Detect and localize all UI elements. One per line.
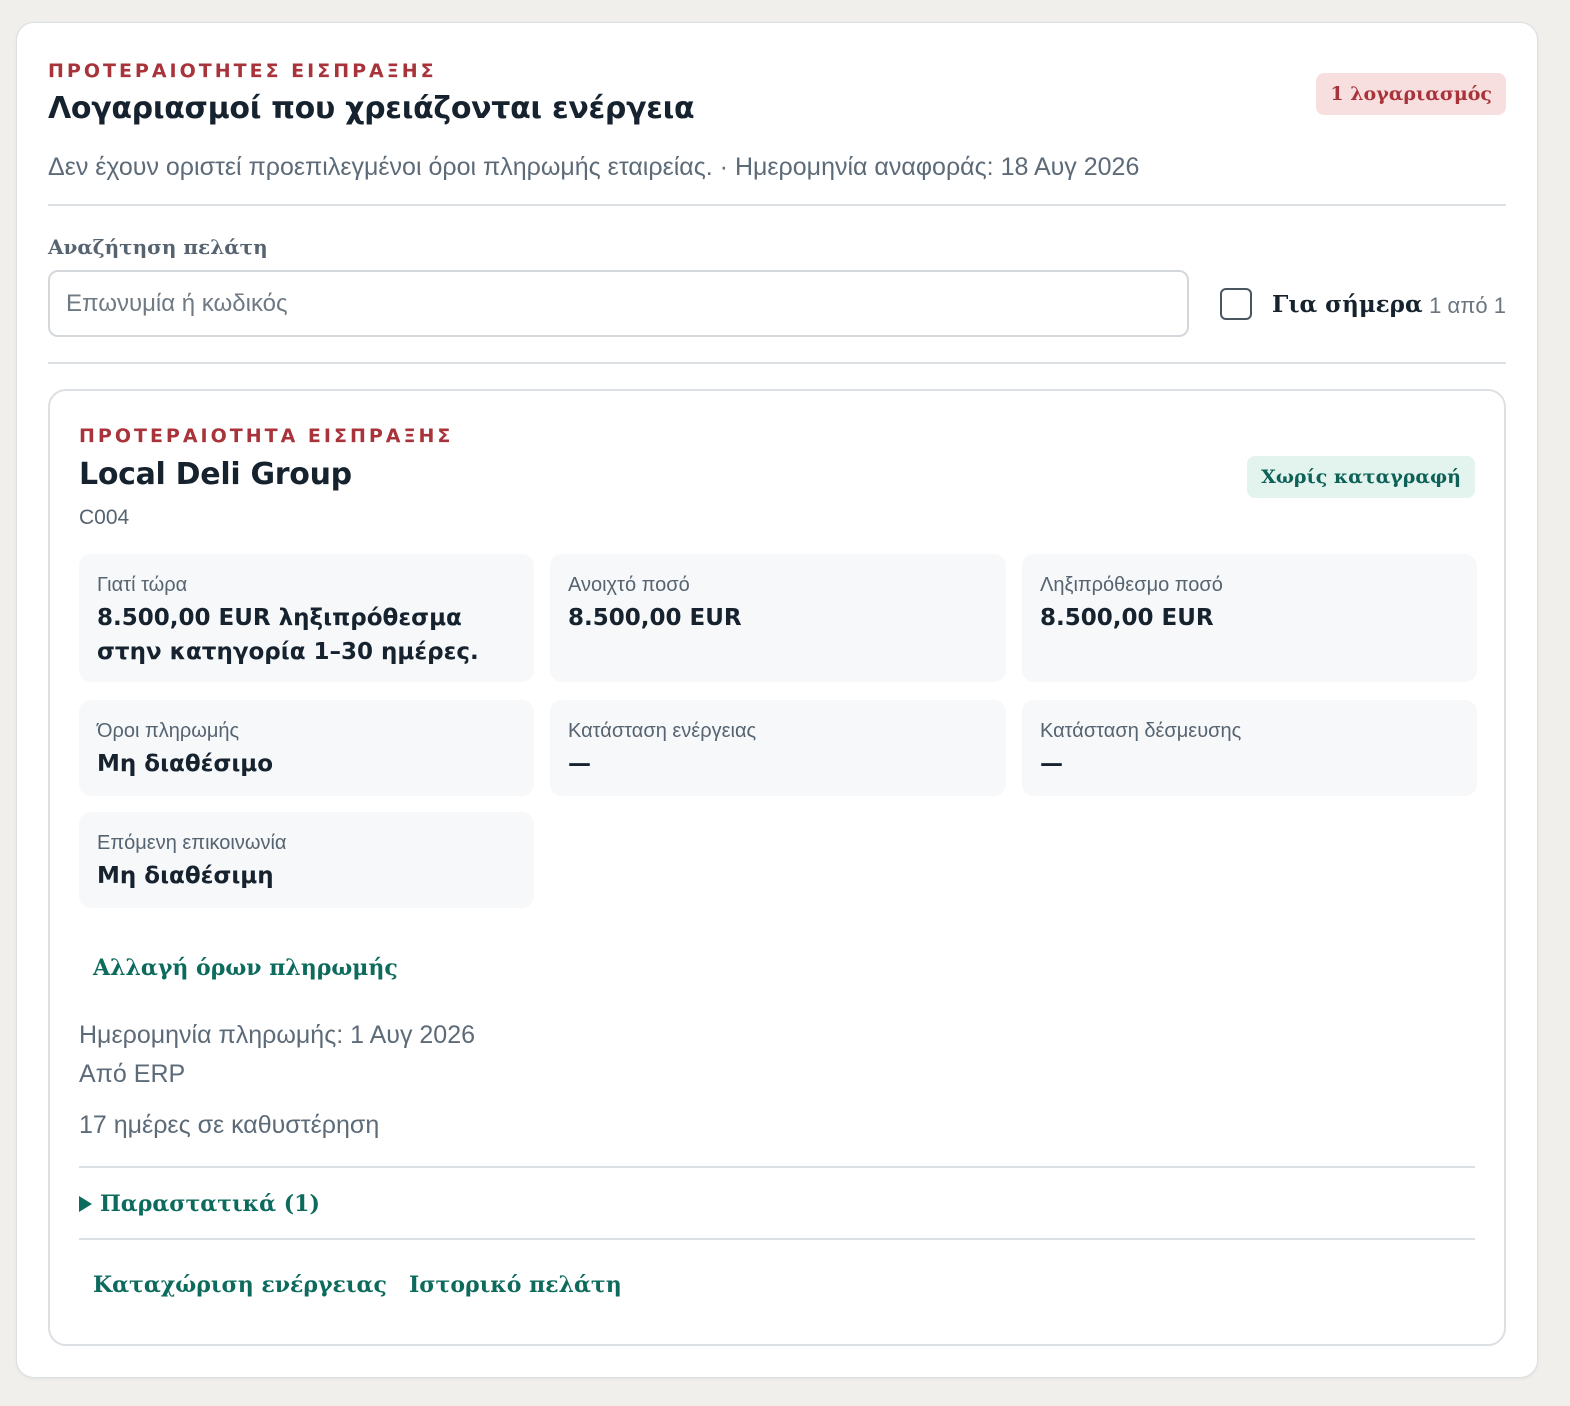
customer-code: C004: [79, 506, 130, 529]
result-count: 1 από 1: [1429, 293, 1506, 318]
divider: [79, 1166, 1475, 1168]
panel-subtitle: Δεν έχουν οριστεί προεπιλεγμένοι όροι πλ…: [48, 153, 1140, 181]
overdue-amount-tile: Ληξιπρόθεσμο ποσό 8.500,00 EUR: [1022, 554, 1477, 682]
status-badge: Χωρίς καταγραφή: [1247, 456, 1475, 498]
tile-value: Μη διαθέσιμη: [97, 863, 274, 889]
customer-name: Local Deli Group: [79, 457, 352, 492]
payment-terms-tile: Όροι πληρωμής Μη διαθέσιμο: [79, 700, 534, 796]
account-card: ΠΡΟΤΕΡΑΙΟΤΗΤΑ ΕΙΣΠΡΑΞΗΣ Local Deli Group…: [48, 389, 1506, 1346]
divider: [48, 204, 1506, 206]
today-filter-label[interactable]: Για σήμερα: [1272, 291, 1423, 318]
terms-source: Από ERP: [79, 1060, 186, 1088]
tile-label: Ληξιπρόθεσμο ποσό: [1040, 574, 1223, 596]
days-overdue: 17 ημέρες σε καθυστέρηση: [79, 1111, 380, 1139]
documents-label: Παραστατικά (1): [100, 1191, 320, 1217]
record-action-button[interactable]: Καταχώριση ενέργειας: [93, 1272, 387, 1298]
tile-value: —: [568, 751, 591, 777]
panel-eyebrow: ΠΡΟΤΕΡΑΙΟΤΗΤΕΣ ΕΙΣΠΡΑΞΗΣ: [48, 60, 437, 82]
today-checkbox[interactable]: [1220, 288, 1252, 320]
tile-value: —: [1040, 751, 1063, 777]
search-label: Αναζήτηση πελάτη: [48, 235, 268, 259]
payment-date: Ημερομηνία πληρωμής: 1 Αυγ 2026: [79, 1021, 476, 1049]
tile-value: 8.500,00 EUR ληξιπρόθεσμα στην κατηγορία…: [97, 605, 479, 665]
tile-label: Κατάσταση ενέργειας: [568, 720, 757, 742]
card-eyebrow: ΠΡΟΤΕΡΑΙΟΤΗΤΑ ΕΙΣΠΡΑΞΗΣ: [79, 425, 454, 447]
tile-value: 8.500,00 EUR: [568, 605, 742, 631]
open-amount-tile: Ανοιχτό ποσό 8.500,00 EUR: [550, 554, 1006, 682]
page-title: Λογαριασμοί που χρειάζονται ενέργεια: [48, 91, 695, 126]
commitment-status-tile: Κατάσταση δέσμευσης —: [1022, 700, 1477, 796]
tile-label: Ανοιχτό ποσό: [568, 574, 690, 596]
tile-value: 8.500,00 EUR: [1040, 605, 1214, 631]
tile-label: Κατάσταση δέσμευσης: [1040, 720, 1242, 742]
action-status-tile: Κατάσταση ενέργειας —: [550, 700, 1006, 796]
next-contact-tile: Επόμενη επικοινωνία Μη διαθέσιμη: [79, 812, 534, 908]
customer-search-input[interactable]: [48, 270, 1189, 337]
customer-history-button[interactable]: Ιστορικό πελάτη: [409, 1272, 622, 1298]
why-now-tile: Γιατί τώρα 8.500,00 EUR ληξιπρόθεσμα στη…: [79, 554, 534, 682]
divider: [48, 362, 1506, 364]
documents-toggle[interactable]: Παραστατικά (1): [79, 1191, 320, 1217]
collections-priorities-panel: ΠΡΟΤΕΡΑΙΟΤΗΤΕΣ ΕΙΣΠΡΑΞΗΣ Λογαριασμοί που…: [16, 22, 1538, 1378]
change-payment-terms-button[interactable]: Αλλαγή όρων πληρωμής: [93, 955, 398, 981]
tile-value: Μη διαθέσιμο: [97, 751, 274, 777]
triangle-right-icon: [79, 1196, 92, 1212]
divider: [79, 1238, 1475, 1240]
account-count-badge: 1 λογαριασμός: [1316, 73, 1506, 115]
tile-label: Επόμενη επικοινωνία: [97, 832, 287, 854]
tile-label: Γιατί τώρα: [97, 574, 188, 596]
tile-label: Όροι πληρωμής: [97, 720, 240, 742]
